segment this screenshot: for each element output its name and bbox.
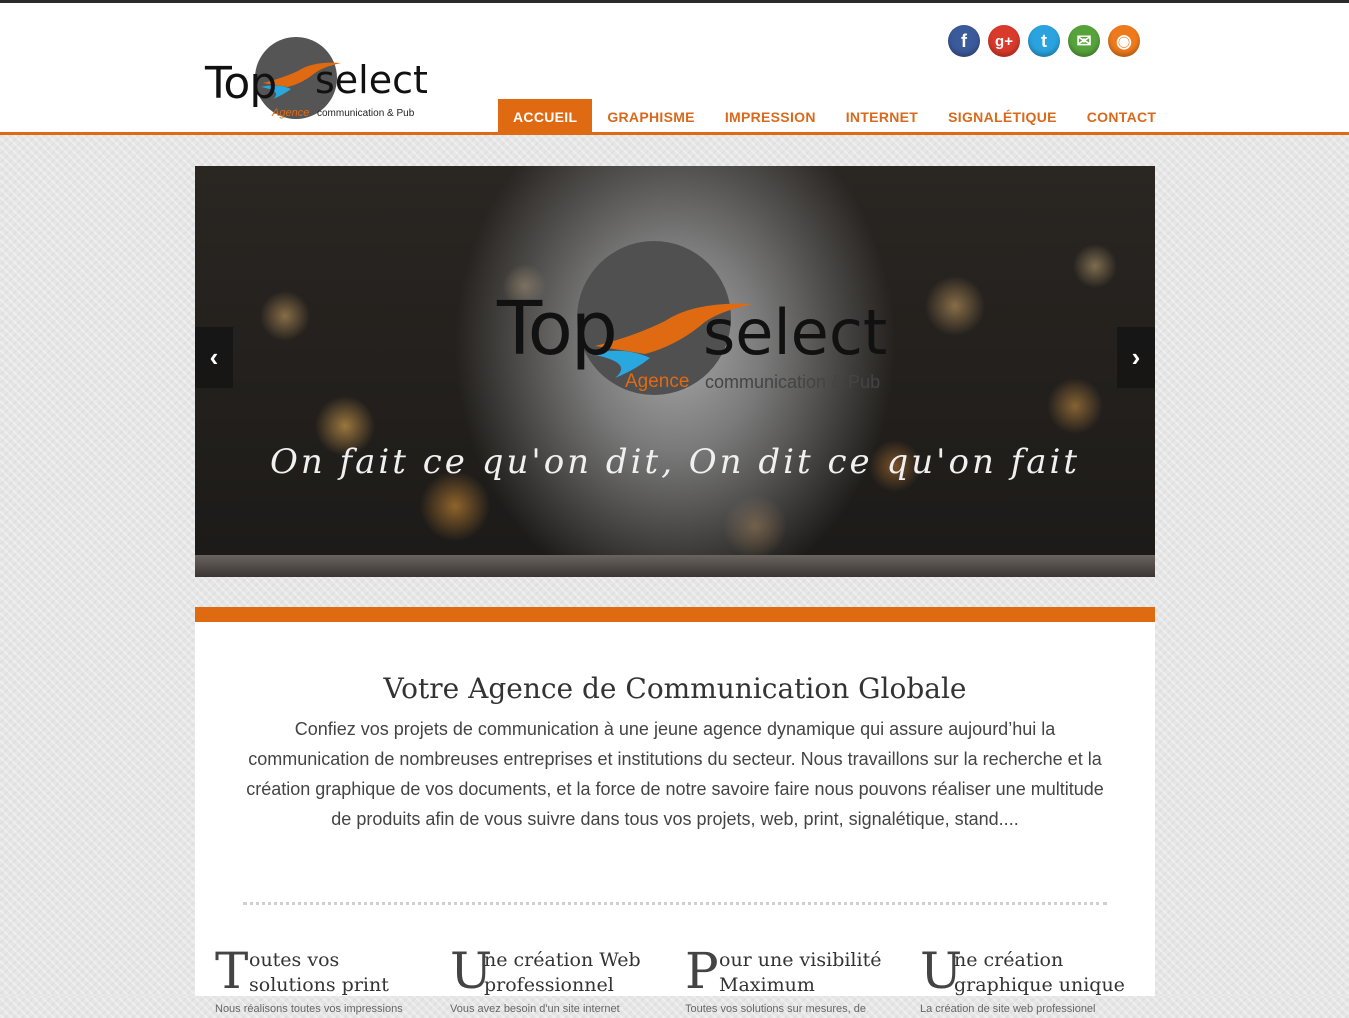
hero-slider: Top select Agence communication & Pub On… xyxy=(195,166,1155,577)
feature-desc: Vous avez besoin d'un site internet xyxy=(450,1003,620,1015)
nav-item-graphisme[interactable]: GRAPHISME xyxy=(592,99,710,135)
logo-text-agence: Agence xyxy=(272,107,310,119)
slider-logo-top: Top xyxy=(497,286,618,372)
intro-paragraph: Confiez vos projets de communication à u… xyxy=(246,719,1104,829)
feature-desc: Toutes vos solutions sur mesures, de xyxy=(685,1003,866,1015)
nav-item-signaletique[interactable]: SIGNALÉTIQUE xyxy=(933,99,1072,135)
logo-subtitle: communication & Pub xyxy=(317,108,415,119)
feature-title: our une visibilité Maximum xyxy=(719,949,882,996)
nav-item-accueil[interactable]: ACCUEIL xyxy=(498,99,593,135)
feature-initial: T xyxy=(215,942,249,1000)
feature-desc: La création de site web professionel xyxy=(920,1003,1096,1015)
feature-title: ne création Web professionnel xyxy=(484,949,641,996)
features-row: T outes vos solutions print Nous réaliso… xyxy=(215,942,1155,1018)
feature-title: ne création graphique unique xyxy=(954,949,1125,996)
google-plus-icon[interactable]: g+ xyxy=(988,25,1020,57)
slider-next-arrow-icon[interactable]: › xyxy=(1117,327,1155,388)
slider-logo-subtitle: communication & Pub xyxy=(705,372,881,392)
site-logo[interactable]: Top select Agence communication & Pub xyxy=(205,33,428,128)
rss-icon[interactable]: ◉ xyxy=(1108,25,1140,57)
slider-tagline: On fait ce qu'on dit, On dit ce qu'on fa… xyxy=(269,442,1081,482)
nav-item-contact[interactable]: CONTACT xyxy=(1072,99,1172,135)
main-content: Votre Agence de Communication Globale Co… xyxy=(195,607,1155,1015)
feature-initial: P xyxy=(685,942,719,1000)
nav-item-internet[interactable]: INTERNET xyxy=(831,99,933,135)
slider-logo-select: select xyxy=(703,296,888,369)
slider-prev-arrow-icon[interactable]: ‹ xyxy=(195,327,233,388)
feature-title: outes vos solutions print xyxy=(249,949,389,996)
nav-item-impression[interactable]: IMPRESSION xyxy=(710,99,831,135)
feature-web[interactable]: U ne création Web professionnel Vous ave… xyxy=(450,946,685,1018)
feature-desc: Nous réalisons toutes vos impressions xyxy=(215,1003,403,1015)
feature-print[interactable]: T outes vos solutions print Nous réaliso… xyxy=(215,942,450,1018)
slider-logo-agence: Agence xyxy=(625,371,690,392)
logo-text-top: Top xyxy=(205,58,277,109)
main-nav: ACCUEIL GRAPHISME IMPRESSION INTERNET SI… xyxy=(498,99,1171,135)
mail-icon[interactable]: ✉ xyxy=(1068,25,1100,57)
dotted-divider xyxy=(243,902,1107,905)
logo-text-select: select xyxy=(315,58,428,102)
feature-graphic[interactable]: U ne création graphique unique La créati… xyxy=(920,946,1155,1018)
facebook-icon[interactable]: f xyxy=(948,25,980,57)
feature-visibility[interactable]: P our une visibilité Maximum Toutes vos … xyxy=(685,942,920,1018)
slider-floor xyxy=(195,555,1155,577)
page-title: Votre Agence de Communication Globale xyxy=(383,672,967,705)
site-header: Top select Agence communication & Pub f … xyxy=(0,3,1349,135)
social-links: f g+ t ✉ ◉ xyxy=(948,25,1140,57)
twitter-icon[interactable]: t xyxy=(1028,25,1060,57)
